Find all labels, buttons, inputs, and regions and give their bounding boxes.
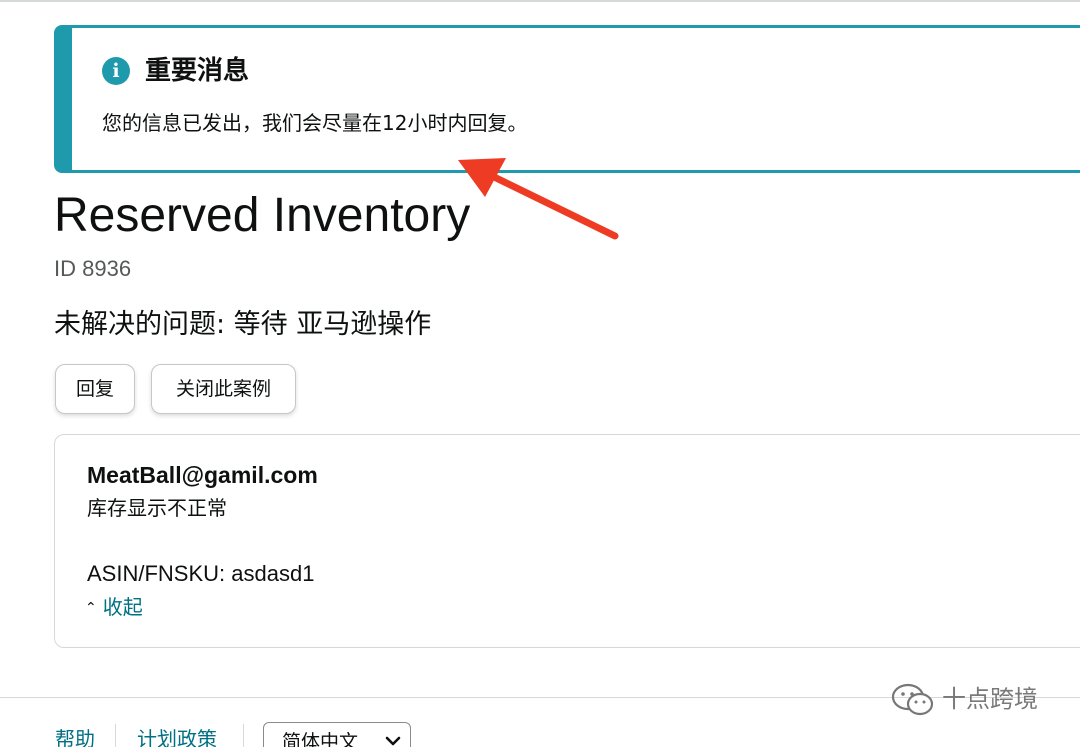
footer-separator [115,724,116,747]
case-status: 未解决的问题: 等待 亚马逊操作 [54,309,432,340]
message-card: MeatBall@gamil.com 库存显示不正常 ASIN/FNSKU: a… [54,434,1080,648]
help-link[interactable]: 帮助 [55,724,95,747]
watermark-text: 十点跨境 [942,685,1038,713]
language-selected: 简体中文 [282,731,359,747]
case-id: ID 8936 [54,256,132,281]
info-icon: i [102,57,130,85]
collapse-label: 收起 [102,595,143,619]
reply-button[interactable]: 回复 [55,364,135,414]
message-sender: MeatBall@gamil.com [87,462,318,488]
page-title: Reserved Inventory [54,189,471,242]
chevron-up-icon: ⌃ [85,600,97,616]
policy-link[interactable]: 计划政策 [137,724,217,747]
wechat-logo-icon [891,683,934,716]
footer-separator [243,724,244,747]
close-case-button[interactable]: 关闭此案例 [151,364,296,414]
top-divider [0,0,1080,2]
alert-title: 重要消息 [145,56,250,86]
page: i 重要消息 您的信息已发出，我们会尽量在12小时内回复。 Reserved I… [0,0,1080,747]
collapse-link[interactable]: ⌃ 收起 [85,592,143,623]
chevron-down-icon [385,736,401,746]
alert-body: 您的信息已发出，我们会尽量在12小时内回复。 [102,111,528,135]
message-subject: 库存显示不正常 [87,496,227,520]
language-select[interactable]: 简体中文 [263,722,411,747]
message-asin: ASIN/FNSKU: asdasd1 [87,561,315,586]
